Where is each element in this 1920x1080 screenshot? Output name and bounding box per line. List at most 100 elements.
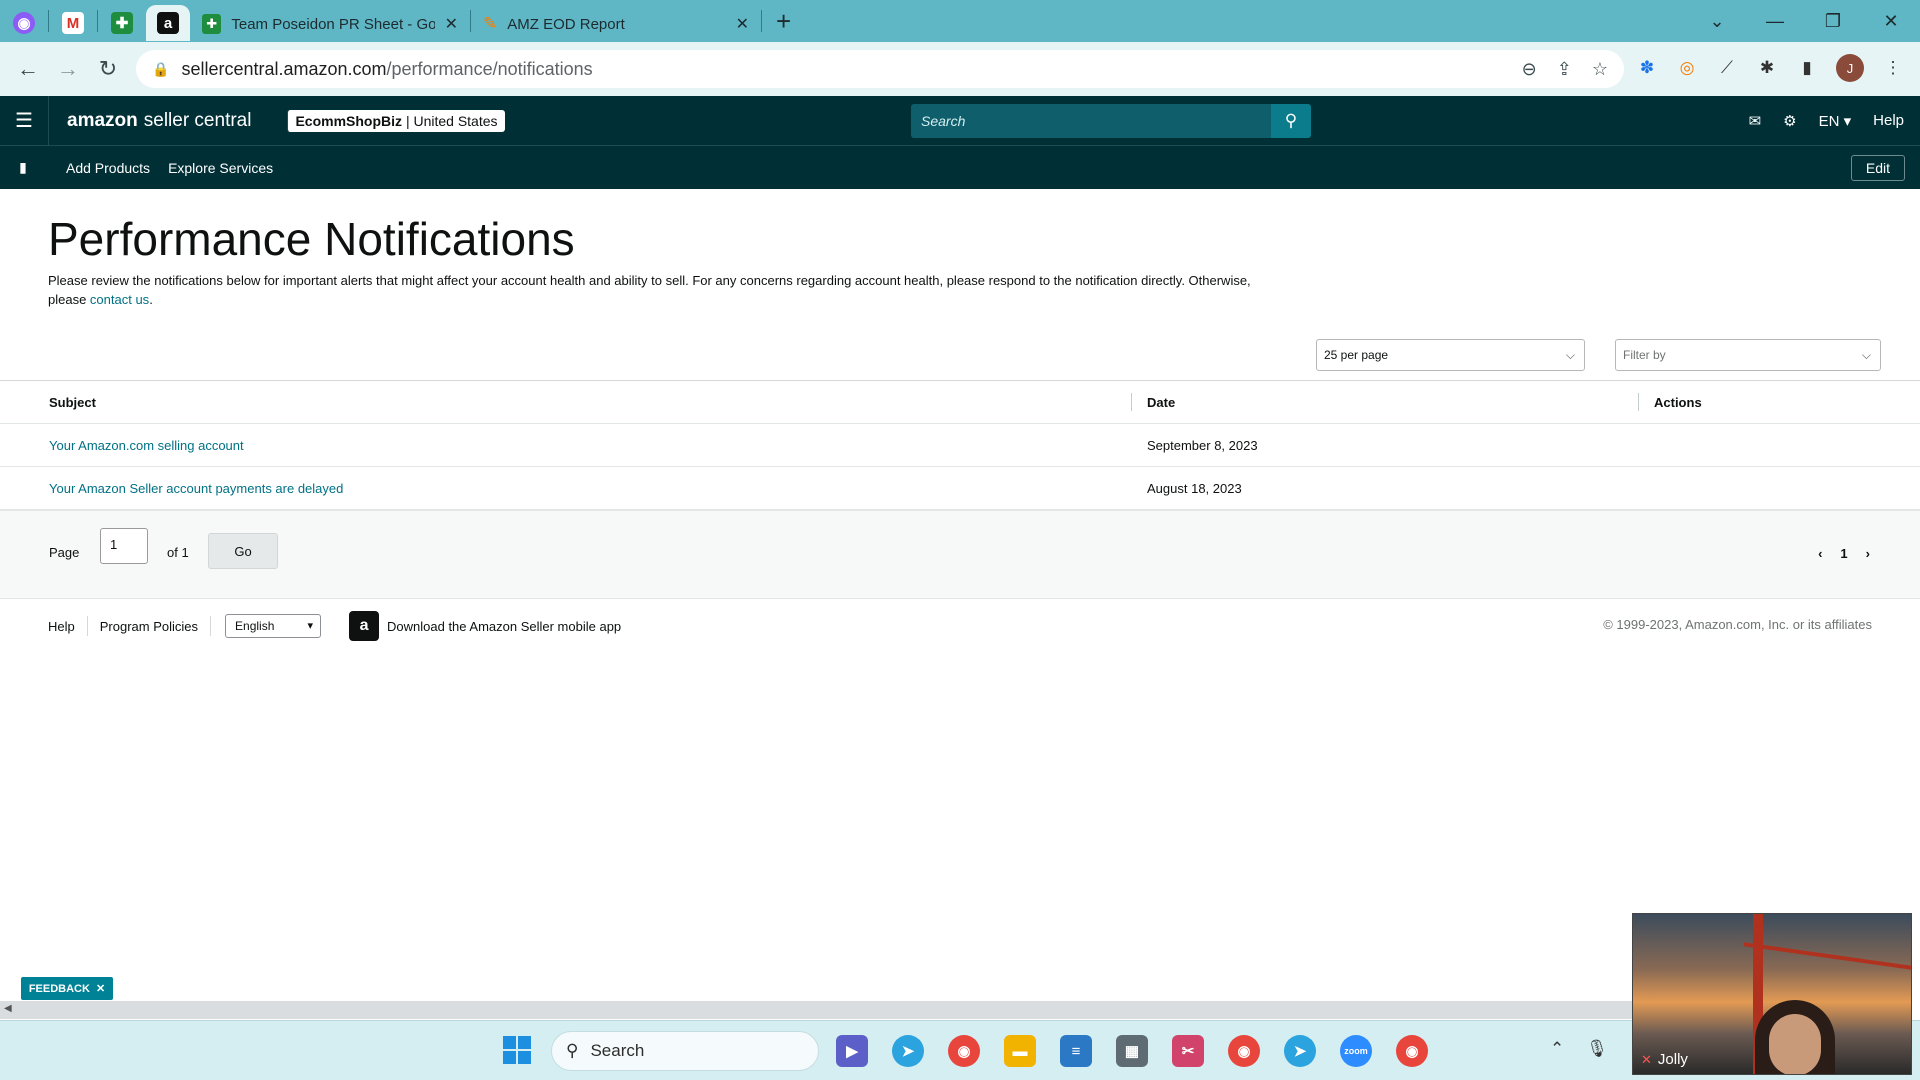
amazon-seller-app-icon[interactable]: a: [349, 611, 380, 641]
tab-search-icon[interactable]: ⌄: [1688, 11, 1746, 32]
bookmark-icon[interactable]: ▮: [0, 159, 46, 176]
current-page-number[interactable]: 1: [1840, 546, 1847, 561]
search-button[interactable]: ⚲: [1271, 104, 1311, 138]
messenger-icon: ◉: [13, 12, 35, 34]
file-explorer-icon[interactable]: ▬: [1004, 1035, 1036, 1067]
footer-language-value: English: [235, 619, 275, 633]
extension-icon[interactable]: ⟋: [1716, 57, 1738, 79]
share-icon[interactable]: ⇪: [1557, 59, 1572, 80]
store-switcher[interactable]: EcommShopBiz | United States: [287, 109, 505, 132]
column-header-date[interactable]: Date: [1147, 395, 1175, 410]
seller-central-header: ☰ amazon seller central EcommShopBiz | U…: [0, 96, 1920, 145]
chrome-icon[interactable]: ◉: [1396, 1035, 1428, 1067]
windows-start-icon[interactable]: [503, 1036, 531, 1064]
search-icon: ⚲: [1284, 111, 1298, 130]
table-row: Your Amazon Seller account payments are …: [0, 467, 1920, 510]
close-window-icon[interactable]: ✕: [1862, 11, 1920, 32]
chrome-icon[interactable]: ◉: [948, 1035, 980, 1067]
meet-icon[interactable]: ▶: [836, 1035, 868, 1067]
contact-us-link[interactable]: contact us: [90, 292, 149, 307]
per-page-value: 25 per page: [1324, 348, 1389, 362]
video-call-overlay[interactable]: ✕ Jolly: [1632, 913, 1912, 1075]
chevron-down-icon: ⌵: [1565, 348, 1575, 362]
side-panel-icon[interactable]: ▮: [1796, 57, 1818, 79]
puzzle-icon[interactable]: ✱: [1756, 57, 1778, 79]
sheets-icon: ✚: [111, 12, 133, 34]
zoom-icon[interactable]: ⊖: [1522, 59, 1537, 80]
nav-explore-services[interactable]: Explore Services: [168, 160, 273, 176]
amazon-icon: a: [157, 12, 179, 34]
forward-icon[interactable]: →: [48, 56, 88, 82]
column-header-subject[interactable]: Subject: [49, 395, 96, 410]
tab-title: AMZ EOD Report: [507, 15, 625, 33]
new-tab-icon[interactable]: +: [776, 6, 791, 37]
close-icon[interactable]: ✕: [96, 982, 105, 995]
taskbar-search[interactable]: ⚲ Search: [551, 1031, 819, 1071]
pinned-tab-sheets[interactable]: ✚: [98, 5, 146, 41]
microphone-icon[interactable]: 🎙: [1586, 1039, 1608, 1059]
search-box: Search ⚲: [911, 104, 1311, 138]
close-tab-icon[interactable]: ✕: [736, 14, 749, 34]
gmail-icon: M: [62, 12, 84, 34]
nav-add-products[interactable]: Add Products: [66, 160, 150, 176]
chevron-left-icon[interactable]: ‹: [1818, 546, 1822, 561]
chevron-down-icon: ⌵: [1861, 348, 1871, 362]
pinned-tab-amazon[interactable]: a: [146, 5, 190, 41]
reload-icon[interactable]: ↻: [88, 56, 128, 82]
per-page-select[interactable]: 25 per page ⌵: [1316, 339, 1585, 371]
snipping-tool-icon[interactable]: ✂: [1172, 1035, 1204, 1067]
menu-icon[interactable]: ☰: [0, 108, 48, 133]
edit-bookmarks-button[interactable]: Edit: [1850, 155, 1905, 181]
video-background: [1743, 942, 1911, 970]
footer-help-link[interactable]: Help: [0, 616, 88, 636]
brand-seller-central: seller central: [143, 109, 252, 131]
notification-subject-link[interactable]: Your Amazon Seller account payments are …: [49, 481, 343, 496]
search-input[interactable]: Search: [911, 104, 1271, 138]
zoom-icon[interactable]: zoom: [1340, 1035, 1372, 1067]
telegram-icon[interactable]: ➤: [1284, 1035, 1316, 1067]
profile-avatar[interactable]: J: [1836, 54, 1864, 82]
lock-icon[interactable]: 🔒: [152, 61, 169, 78]
close-tab-icon[interactable]: ✕: [445, 14, 458, 34]
page-title: Performance Notifications: [48, 213, 575, 265]
mail-icon[interactable]: ✉: [1749, 112, 1762, 130]
calculator-icon[interactable]: ▦: [1116, 1035, 1148, 1067]
brand-logo[interactable]: amazon seller central: [48, 96, 269, 145]
bookmark-star-icon[interactable]: ☆: [1592, 59, 1608, 80]
pinned-tab-gmail[interactable]: M: [49, 5, 97, 41]
page-footer: Help Program Policies English ▾ a Downlo…: [0, 600, 1920, 652]
horizontal-scrollbar[interactable]: ◀: [0, 1001, 1632, 1019]
scroll-left-icon[interactable]: ◀: [4, 1003, 12, 1014]
language-selector[interactable]: EN ▾: [1819, 112, 1852, 130]
table-header-row: Subject Date Actions: [0, 381, 1920, 424]
back-icon[interactable]: ←: [8, 56, 48, 82]
extension-icon[interactable]: ✽: [1636, 57, 1658, 79]
header-actions: ✉ ⚙ EN ▾ Help: [1749, 96, 1904, 145]
help-link[interactable]: Help: [1873, 112, 1904, 129]
participant-label: ✕ Jolly: [1641, 1051, 1688, 1068]
more-menu-icon[interactable]: ⋮: [1882, 57, 1904, 79]
footer-language-select[interactable]: English ▾: [225, 614, 322, 638]
gear-icon[interactable]: ⚙: [1783, 112, 1796, 130]
footer-program-policies-link[interactable]: Program Policies: [88, 616, 212, 636]
chrome-icon[interactable]: ◉: [1228, 1035, 1260, 1067]
column-divider: [1131, 393, 1132, 411]
telegram-icon[interactable]: ➤: [892, 1035, 924, 1067]
restore-icon[interactable]: ❐: [1804, 11, 1862, 32]
address-bar[interactable]: 🔒 sellercentral.amazon.com/performance/n…: [136, 50, 1624, 88]
download-app-link[interactable]: Download the Amazon Seller mobile app: [387, 619, 621, 634]
pinned-tab-messenger[interactable]: ◉: [0, 5, 48, 41]
go-button[interactable]: Go: [208, 533, 278, 569]
notification-subject-link[interactable]: Your Amazon.com selling account: [49, 438, 244, 453]
extension-icon[interactable]: ◎: [1676, 57, 1698, 79]
tab-team-poseidon[interactable]: ✚ Team Poseidon PR Sheet - Goog ✕: [190, 6, 470, 42]
feedback-button[interactable]: FEEDBACK ✕: [21, 977, 113, 1000]
page-number-input[interactable]: 1: [100, 528, 148, 564]
notepad-icon[interactable]: ≡: [1060, 1035, 1092, 1067]
tab-amz-eod-report[interactable]: ✎ AMZ EOD Report ✕: [471, 6, 761, 42]
minimize-icon[interactable]: —: [1746, 11, 1804, 32]
chevron-up-icon[interactable]: ⌃: [1550, 1039, 1564, 1059]
filter-select[interactable]: Filter by ⌵: [1615, 339, 1881, 371]
chevron-right-icon[interactable]: ›: [1866, 546, 1870, 561]
participant-name: Jolly: [1657, 1051, 1688, 1068]
